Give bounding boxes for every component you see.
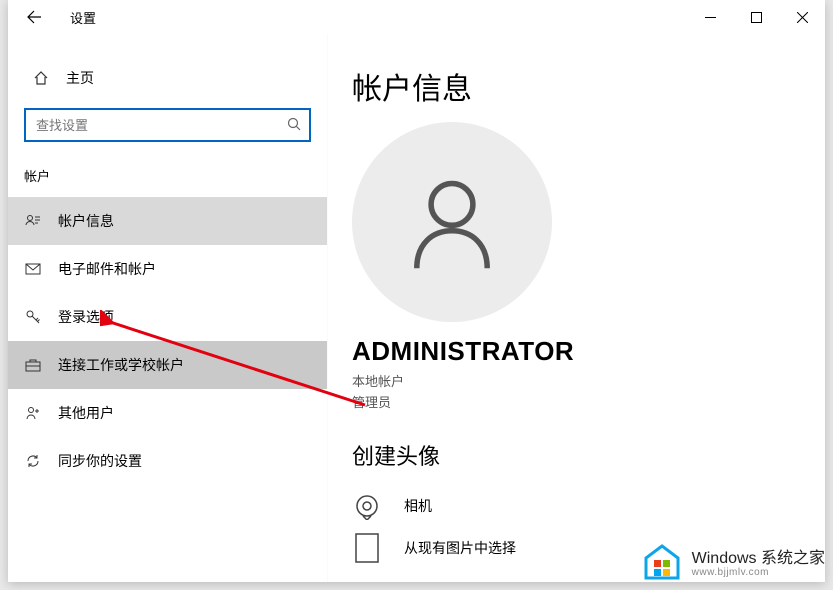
home-icon — [32, 70, 50, 86]
sidebar-item-sync[interactable]: 同步你的设置 — [8, 437, 327, 485]
browse-image-icon — [352, 533, 382, 563]
camera-icon — [352, 491, 382, 521]
watermark-line2: www.bjjmlv.com — [692, 567, 825, 578]
sync-icon — [24, 453, 42, 469]
titlebar: 设置 — [8, 0, 825, 34]
maximize-button[interactable] — [733, 0, 779, 34]
sidebar-item-work-school[interactable]: 连接工作或学校帐户 — [8, 341, 327, 389]
people-add-icon — [24, 405, 42, 421]
account-role: 管理员 — [352, 392, 793, 411]
sidebar-item-label: 电子邮件和帐户 — [58, 259, 156, 279]
key-icon — [24, 309, 42, 325]
sidebar-item-label: 登录选项 — [58, 307, 114, 327]
maximize-icon — [751, 12, 762, 23]
avatar-camera-label: 相机 — [404, 496, 432, 516]
main-content: 帐户信息 ADMINISTRATOR 本地帐户 管理员 创建头像 相机 — [328, 34, 825, 582]
account-type: 本地帐户 — [352, 371, 793, 390]
sidebar-home[interactable]: 主页 — [8, 58, 327, 98]
sidebar-item-email[interactable]: 电子邮件和帐户 — [8, 245, 327, 293]
avatar — [352, 122, 552, 322]
sidebar-item-label: 连接工作或学校帐户 — [58, 355, 184, 375]
arrow-left-icon — [26, 9, 42, 25]
avatar-browse-label: 从现有图片中选择 — [404, 538, 516, 558]
sidebar-item-account-info[interactable]: 帐户信息 — [8, 197, 327, 245]
search-icon — [287, 117, 301, 134]
watermark: Windows 系统之家 www.bjjmlv.com — [640, 542, 825, 586]
search-box[interactable] — [24, 108, 311, 142]
watermark-logo-icon — [640, 542, 684, 586]
minimize-icon — [705, 12, 716, 23]
close-icon — [797, 12, 808, 23]
minimize-button[interactable] — [687, 0, 733, 34]
watermark-line1: Windows 系统之家 — [692, 550, 825, 568]
mail-icon — [24, 261, 42, 277]
sidebar-nav: 帐户信息 电子邮件和帐户 登录选项 — [8, 197, 327, 485]
sidebar-item-label: 同步你的设置 — [58, 451, 142, 471]
sidebar-item-label: 帐户信息 — [58, 211, 114, 231]
page-title: 帐户信息 — [352, 64, 793, 108]
window-title: 设置 — [70, 8, 96, 27]
create-avatar-heading: 创建头像 — [352, 439, 793, 471]
sidebar-section-label: 帐户 — [8, 160, 327, 197]
person-icon — [397, 167, 507, 277]
sidebar-item-signin-options[interactable]: 登录选项 — [8, 293, 327, 341]
account-username: ADMINISTRATOR — [352, 336, 793, 367]
sidebar-home-label: 主页 — [66, 68, 94, 88]
person-badge-icon — [24, 213, 42, 229]
sidebar: 主页 帐户 帐户信息 — [8, 34, 328, 582]
settings-window: 设置 主页 — [8, 0, 825, 582]
back-button[interactable] — [16, 0, 52, 34]
sidebar-item-label: 其他用户 — [58, 403, 114, 423]
briefcase-icon — [24, 357, 42, 373]
close-button[interactable] — [779, 0, 825, 34]
avatar-camera-button[interactable]: 相机 — [352, 485, 793, 527]
sidebar-item-other-users[interactable]: 其他用户 — [8, 389, 327, 437]
search-input[interactable] — [36, 118, 287, 133]
